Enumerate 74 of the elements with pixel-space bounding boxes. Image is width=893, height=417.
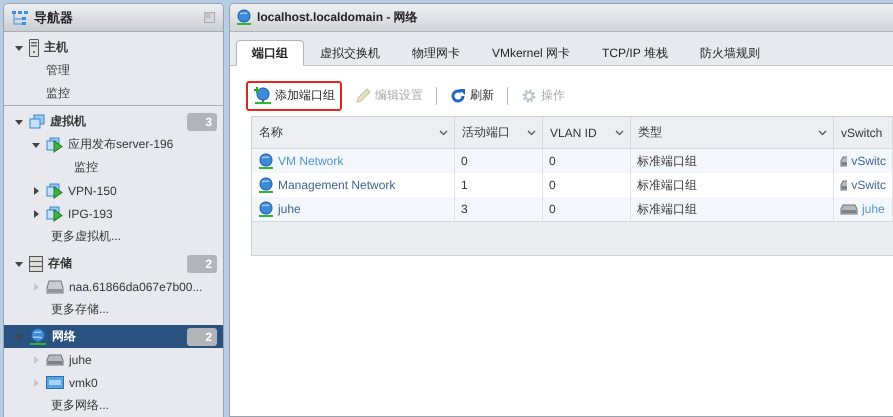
network-globe-icon	[236, 9, 252, 26]
network-card-icon	[46, 376, 64, 389]
nav-link[interactable]: 更多存储...	[51, 301, 217, 318]
nav-section[interactable]: 网络 2	[4, 325, 223, 348]
server-icon	[29, 38, 39, 56]
nav-link[interactable]: 更多虚拟机...	[51, 228, 217, 245]
column-header[interactable]: 名称	[252, 117, 455, 149]
network-globe-icon	[258, 152, 274, 170]
virtual-machine-icon	[46, 136, 63, 152]
dropdown-caret-icon[interactable]	[818, 130, 827, 136]
virtual-machine-icon	[46, 206, 63, 222]
nav-item[interactable]: VPN-150	[68, 184, 217, 198]
tab[interactable]: VMkernel 网卡	[476, 40, 586, 66]
column-header[interactable]: VLAN ID	[543, 117, 631, 149]
toolbar-button[interactable]: 刷新	[443, 80, 501, 110]
storage-icon	[29, 256, 43, 272]
section-label: 虚拟机	[50, 113, 87, 130]
count-badge: 3	[187, 112, 217, 130]
pencil-icon	[355, 88, 371, 104]
tab[interactable]: 物理网卡	[396, 40, 476, 66]
table-cell: 0	[461, 154, 468, 168]
network-globe-icon	[29, 328, 47, 346]
table-cell: 标准端口组	[637, 152, 697, 170]
switch-icon	[840, 180, 848, 190]
dropdown-caret-icon[interactable]	[439, 130, 448, 136]
table-cell: 0	[549, 202, 556, 216]
count-badge: 2	[187, 328, 217, 346]
nav-link[interactable]: 管理	[46, 62, 217, 79]
table-cell: 1	[461, 178, 468, 192]
count-badge: 2	[187, 254, 217, 272]
section-label: 存储	[48, 255, 73, 272]
tab[interactable]: 虚拟交换机	[304, 40, 396, 66]
vswitch-link[interactable]: vSwitc	[851, 178, 886, 192]
nav-section[interactable]: 存储 2	[4, 252, 223, 275]
table-cell: 标准端口组	[637, 176, 697, 194]
toolbar-button[interactable]: 添加端口组	[246, 80, 342, 110]
network-globe-icon	[258, 200, 274, 218]
switch-icon	[46, 354, 64, 366]
table-cell: 标准端口组	[637, 200, 697, 218]
refresh-icon	[450, 88, 466, 104]
tab[interactable]: 防火墙规则	[684, 40, 776, 66]
port-group-link[interactable]: Management Network	[278, 178, 396, 192]
settings-icon	[521, 88, 537, 104]
nav-link[interactable]: 监控	[74, 159, 217, 176]
column-header[interactable]: 活动端口	[455, 117, 543, 149]
section-label: 网络	[52, 328, 77, 345]
table-cell: 3	[461, 202, 468, 216]
switch-icon	[840, 204, 858, 214]
tab[interactable]: 端口组	[236, 40, 304, 66]
nav-link[interactable]: 更多网络...	[51, 397, 217, 414]
tree-icon	[12, 10, 28, 26]
column-header[interactable]: 类型	[631, 117, 834, 149]
window-title: localhost.localdomain - 网络	[257, 9, 418, 26]
table-cell: 0	[549, 154, 556, 168]
section-label: 主机	[44, 39, 69, 56]
table-cell: 0	[549, 178, 556, 192]
switch-icon	[840, 156, 848, 166]
column-header[interactable]: vSwitch	[834, 117, 893, 149]
expand-arrow-icon[interactable]	[31, 186, 41, 196]
nav-section[interactable]: 虚拟机 3	[4, 110, 223, 133]
nav-item[interactable]: 应用发布server-196	[68, 136, 217, 153]
navigator-title: 导航器	[34, 8, 74, 26]
nav-item[interactable]: IPG-193	[68, 206, 217, 220]
dropdown-caret-icon[interactable]	[615, 130, 624, 136]
nav-section[interactable]: 主机	[4, 36, 223, 59]
port-group-link[interactable]: juhe	[278, 202, 301, 216]
nav-link[interactable]: 监控	[46, 85, 217, 102]
virtual-machine-icon	[46, 182, 63, 198]
expand-arrow-icon[interactable]	[31, 208, 41, 218]
tab[interactable]: TCP/IP 堆栈	[586, 40, 684, 66]
virtual-machines-icon	[29, 114, 45, 130]
dropdown-caret-icon[interactable]	[527, 130, 536, 136]
add-network-icon	[253, 86, 271, 104]
network-globe-icon	[258, 176, 274, 194]
